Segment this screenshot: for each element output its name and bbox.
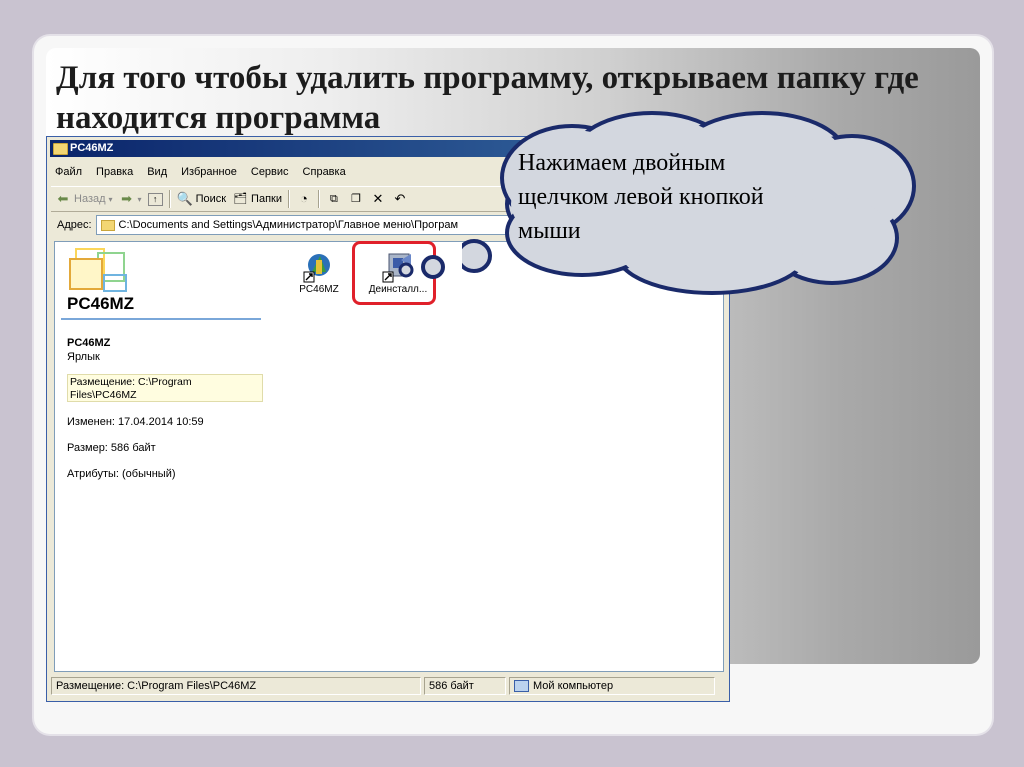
folders-icon: 🗂 xyxy=(233,193,248,205)
move-to-icon: ⧉ xyxy=(330,193,338,205)
history-icon: ◔ xyxy=(300,191,308,206)
status-zone-label: Мой компьютер xyxy=(533,680,614,692)
copy-to-icon: ❐ xyxy=(351,193,361,205)
details-location: Размещение: C:\Program Files\PC46MZ xyxy=(67,374,263,402)
toolbar-separator xyxy=(317,190,320,208)
status-zone: Мой компьютер xyxy=(509,677,715,695)
folders-label: Папки xyxy=(251,193,282,205)
chevron-down-icon: ▾ xyxy=(137,194,142,204)
copy-to-button[interactable]: ❐ xyxy=(348,191,364,207)
back-button[interactable]: ⬅ Назад ▾ xyxy=(55,191,113,207)
callout-text: Нажимаем двойным щелчком левой кнопкой м… xyxy=(518,146,848,248)
back-arrow-icon: ⬅ xyxy=(57,191,69,206)
menu-edit[interactable]: Правка xyxy=(96,166,133,178)
menu-help[interactable]: Справка xyxy=(303,166,346,178)
undo-button[interactable]: ↶ xyxy=(392,191,408,207)
app-shortcut-icon xyxy=(302,250,336,284)
address-label: Адрес: xyxy=(57,219,92,231)
slide-title-line2: находится программа xyxy=(56,100,381,136)
menu-file[interactable]: Файл xyxy=(55,166,82,178)
callout-line3: мыши xyxy=(518,218,581,244)
details-location-line1: Размещение: C:\Program xyxy=(70,376,192,388)
toolbar-separator xyxy=(168,190,171,208)
history-button[interactable]: ◔ xyxy=(296,191,312,207)
details-kind: Ярлык xyxy=(67,351,100,363)
undo-icon: ↶ xyxy=(394,191,406,206)
callout-line1: Нажимаем двойным xyxy=(518,150,726,176)
slide-title-line1: Для того чтобы удалить программу, открыв… xyxy=(56,60,919,96)
search-label: Поиск xyxy=(195,193,227,205)
pane-divider xyxy=(61,318,261,320)
file-label: PC46MZ xyxy=(299,284,339,295)
forward-arrow-icon: ➡ xyxy=(121,191,132,206)
details-location-line2: Files\PC46MZ xyxy=(70,389,137,401)
search-icon: 🔍 xyxy=(176,191,193,206)
details-pane: PC46MZ PC46MZ Ярлык Размещение: C:\Progr… xyxy=(55,242,267,671)
details-attributes: Атрибуты: (обычный) xyxy=(67,468,176,480)
menu-bar: Файл Правка Вид Избранное Сервис Справка xyxy=(51,162,346,182)
pane-heading: PC46MZ xyxy=(67,294,135,313)
menu-view[interactable]: Вид xyxy=(147,166,167,178)
folder-tasks-icon xyxy=(65,248,127,292)
delete-x-icon: ✕ xyxy=(372,191,384,206)
address-value: C:\Documents and Settings\Администратор\… xyxy=(118,219,459,231)
move-to-button[interactable]: ⧉ xyxy=(326,191,342,207)
file-item-pc46mz[interactable]: PC46MZ xyxy=(291,250,347,295)
details-size: Размер: 586 байт xyxy=(67,442,156,454)
menu-tools[interactable]: Сервис xyxy=(251,166,289,178)
chevron-down-icon: ▾ xyxy=(108,194,113,204)
status-bar: Размещение: C:\Program Files\PC46MZ 586 … xyxy=(51,677,725,695)
toolbar-separator xyxy=(287,190,290,208)
folder-content: PC46MZ PC46MZ Ярлык Размещение: C:\Progr… xyxy=(54,241,724,672)
folders-button[interactable]: 🗂 Папки xyxy=(232,191,282,207)
up-folder-icon: ↑ xyxy=(147,192,163,206)
delete-button[interactable]: ✕ xyxy=(370,191,386,207)
details-name: PC46MZ xyxy=(67,337,111,349)
search-button[interactable]: 🔍 Поиск xyxy=(177,191,226,207)
menu-favorites[interactable]: Избранное xyxy=(181,166,237,178)
window-title: PC46MZ xyxy=(70,142,114,154)
back-label: Назад xyxy=(74,193,106,205)
callout-line2: щелчком левой кнопкой xyxy=(518,184,764,210)
status-size: 586 байт xyxy=(424,677,506,695)
folder-icon xyxy=(100,219,115,231)
folder-icon xyxy=(53,143,68,155)
my-computer-icon xyxy=(514,680,529,692)
up-folder-button[interactable]: ↑ xyxy=(147,192,163,206)
cloud-tail-bubbles xyxy=(398,255,445,279)
status-location: Размещение: C:\Program Files\PC46MZ xyxy=(51,677,421,695)
forward-button[interactable]: ➡ ▾ xyxy=(119,191,142,207)
details-modified: Изменен: 17.04.2014 10:59 xyxy=(67,416,204,428)
